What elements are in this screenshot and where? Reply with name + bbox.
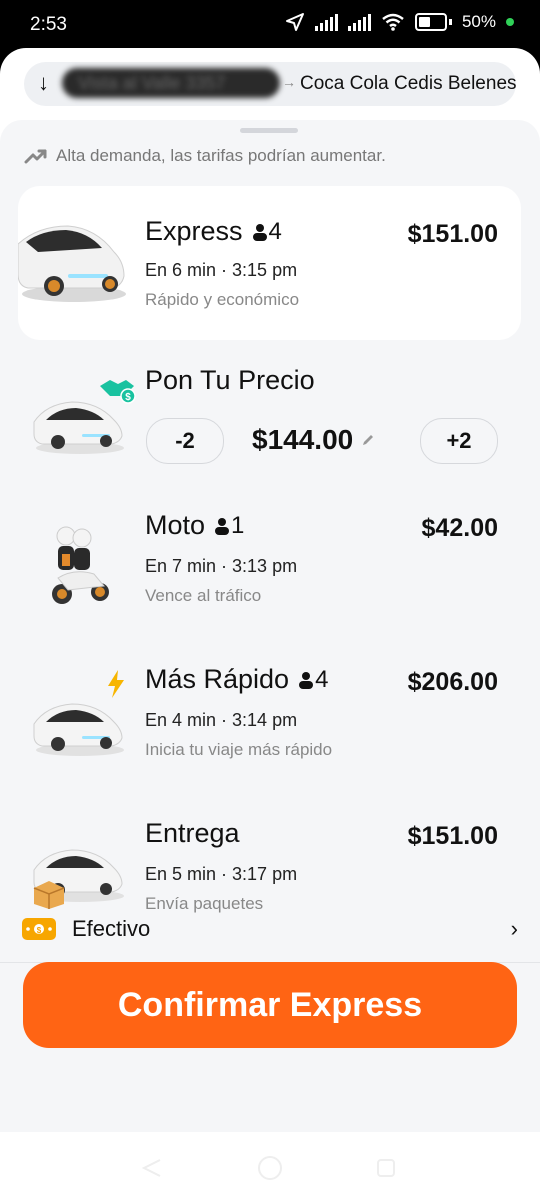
seats-badge: 4 bbox=[252, 217, 282, 246]
option-eta: En 4 min · 3:14 pm bbox=[145, 710, 298, 730]
home-icon[interactable] bbox=[256, 1154, 284, 1182]
system-nav-bar bbox=[0, 1132, 540, 1200]
seats-badge: 1 bbox=[215, 512, 244, 540]
confirm-button[interactable]: Confirmar Express bbox=[23, 962, 517, 1048]
seats-count: 1 bbox=[231, 511, 245, 539]
trend-up-icon bbox=[24, 149, 47, 164]
option-description: Vence al tráfico bbox=[145, 586, 262, 605]
status-bar: 2:53 50% bbox=[0, 0, 540, 50]
person-icon bbox=[215, 517, 230, 535]
option-eta: En 7 min · 3:13 pm bbox=[145, 556, 298, 576]
custom-price[interactable]: $144.00 bbox=[252, 424, 375, 456]
option-description: Envía paquetes bbox=[145, 894, 264, 913]
option-name: Más Rápido 4 bbox=[145, 664, 328, 695]
arrow-right-icon: → bbox=[282, 74, 296, 90]
option-price: $42.00 bbox=[421, 514, 498, 542]
option-description: Inicia tu viaje más rápido bbox=[145, 740, 333, 759]
active-dot bbox=[506, 18, 514, 26]
option-description: Rápido y económico bbox=[145, 290, 300, 309]
increase-label: +2 bbox=[446, 428, 472, 453]
car-image bbox=[18, 225, 126, 302]
seats-count: 4 bbox=[315, 665, 329, 693]
signal-icon bbox=[314, 13, 338, 31]
person-icon bbox=[252, 223, 267, 241]
signal-icon-2 bbox=[347, 13, 371, 31]
option-name: Entrega bbox=[145, 818, 240, 849]
option-price: $151.00 bbox=[407, 822, 498, 850]
route-summary[interactable]: ↓ Vista al Valle 3357 → Coca Cola Cedis … bbox=[24, 62, 517, 106]
option-name-text: Pon Tu Precio bbox=[145, 365, 315, 395]
option-name-text: Express bbox=[145, 216, 243, 246]
option-name: Moto 1 bbox=[145, 510, 244, 541]
custom-price-value: $144.00 bbox=[252, 424, 354, 455]
seats-badge: 4 bbox=[299, 666, 328, 694]
demand-notice: Alta demanda, las tarifas podrían aument… bbox=[24, 146, 386, 166]
status-time: 2:53 bbox=[30, 14, 67, 35]
option-name: Express 4 bbox=[145, 216, 282, 247]
moto-image bbox=[52, 526, 109, 604]
option-name-text: Más Rápido bbox=[145, 664, 290, 694]
option-price: $151.00 bbox=[407, 220, 498, 248]
battery-icon bbox=[414, 13, 447, 31]
option-eta: En 5 min · 3:17 pm bbox=[145, 864, 298, 884]
wifi-icon bbox=[382, 13, 404, 31]
ride-option-express[interactable]: Express 4 En 6 min · 3:15 pm Rápido y ec… bbox=[18, 186, 521, 340]
option-name-text: Entrega bbox=[145, 818, 240, 848]
arrow-down-icon: ↓ bbox=[38, 70, 49, 95]
status-icons: 50% bbox=[285, 12, 514, 32]
confirm-label: Confirmar Express bbox=[117, 985, 423, 1024]
destination-address: Coca Cola Cedis Belenes bbox=[300, 73, 517, 94]
seats-count: 4 bbox=[268, 217, 282, 245]
pencil-icon bbox=[363, 435, 374, 445]
option-name: Pon Tu Precio bbox=[145, 365, 315, 396]
cash-icon: $ bbox=[22, 918, 56, 940]
ride-option-pon-tu-precio[interactable]: $ Pon Tu Precio -2 $144.00 +2 bbox=[18, 360, 521, 470]
option-price: $206.00 bbox=[407, 668, 498, 696]
handshake-deal-icon: $ bbox=[100, 380, 136, 404]
option-name-text: Moto bbox=[145, 510, 206, 540]
back-icon[interactable] bbox=[142, 1158, 162, 1178]
ride-option-moto[interactable]: Moto 1 En 7 min · 3:13 pm Vence al tráfi… bbox=[18, 500, 521, 640]
recents-icon[interactable] bbox=[376, 1158, 396, 1178]
person-icon bbox=[299, 671, 314, 689]
ride-option-mas-rapido[interactable]: Más Rápido 4 En 4 min · 3:14 pm Inicia t… bbox=[18, 654, 521, 794]
lightning-bolt-icon bbox=[108, 670, 124, 698]
decrease-label: -2 bbox=[175, 428, 195, 453]
svg-text:$: $ bbox=[37, 926, 42, 935]
location-arrow-icon bbox=[285, 13, 304, 31]
payment-method-row[interactable]: $ Efectivo › bbox=[22, 912, 522, 948]
option-eta: En 6 min · 3:15 pm bbox=[145, 260, 298, 280]
package-box-icon bbox=[33, 881, 65, 909]
ride-sheet: ↓ Vista al Valle 3357 → Coca Cola Cedis … bbox=[0, 48, 540, 1132]
payment-method-label: Efectivo bbox=[72, 916, 151, 941]
chevron-right-icon: › bbox=[510, 916, 518, 941]
origin-address-redacted: Vista al Valle 3357 bbox=[62, 68, 280, 98]
price-adjuster: -2 $144.00 +2 bbox=[146, 418, 500, 464]
battery-percent: 50% bbox=[461, 12, 496, 31]
decrease-price-button[interactable]: -2 bbox=[146, 418, 224, 464]
svg-text:$: $ bbox=[125, 392, 131, 403]
drag-handle[interactable] bbox=[240, 128, 298, 133]
increase-price-button[interactable]: +2 bbox=[420, 418, 498, 464]
demand-text: Alta demanda, las tarifas podrían aument… bbox=[56, 146, 386, 165]
